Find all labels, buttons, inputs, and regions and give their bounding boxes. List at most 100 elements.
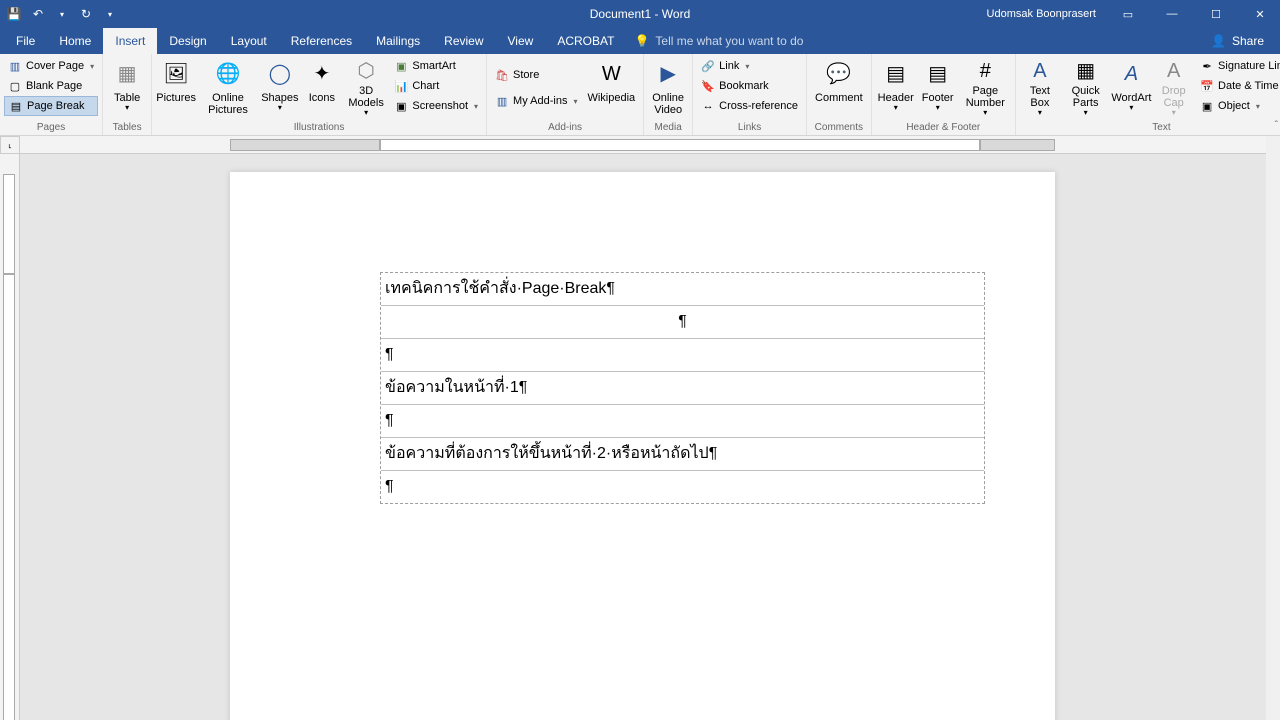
tab-file[interactable]: File (4, 28, 47, 54)
icons-icon: ✦ (306, 58, 338, 90)
minimize-icon[interactable]: — (1152, 0, 1192, 28)
text-line[interactable] (381, 405, 984, 438)
store-button[interactable]: 🛍Store (491, 65, 581, 85)
pictures-label: Pictures (156, 92, 196, 104)
document-title: Document1 - Word (590, 7, 690, 21)
wordart-icon: A (1115, 58, 1147, 90)
tab-home[interactable]: Home (47, 28, 103, 54)
icons-button[interactable]: ✦Icons (302, 56, 342, 120)
smartart-label: SmartArt (412, 60, 455, 72)
close-icon[interactable]: ✕ (1240, 0, 1280, 28)
group-comments: 💬Comment Comments (807, 54, 872, 135)
text-line[interactable]: เทคนิคการใช้คำสั่ง·Page·Break (381, 273, 984, 306)
undo-more-icon[interactable]: ▾ (54, 6, 70, 22)
tab-review[interactable]: Review (432, 28, 495, 54)
tab-selector[interactable]: ˪ (0, 136, 20, 154)
header-button[interactable]: ▤Header▾ (876, 56, 916, 120)
group-addins: 🛍Store ▥My Add-ins WWikipedia Add-ins (487, 54, 644, 135)
page-number-icon: # (969, 58, 1001, 83)
collapse-ribbon-icon[interactable]: ˆ (1275, 120, 1278, 131)
blank-page-icon: ▢ (8, 79, 22, 93)
group-text: AText Box▾ ▦Quick Parts▾ AWordArt▾ ADrop… (1016, 54, 1280, 135)
my-addins-button[interactable]: ▥My Add-ins (491, 91, 581, 111)
tell-me-label: Tell me what you want to do (655, 34, 803, 48)
footer-button[interactable]: ▤Footer▾ (918, 56, 958, 120)
tell-me-search[interactable]: 💡 Tell me what you want to do (634, 28, 803, 54)
vertical-scrollbar[interactable] (1266, 136, 1280, 720)
text-line[interactable]: ข้อความในหน้าที่·1 (381, 372, 984, 405)
pictures-button[interactable]: 🖼 Pictures (156, 56, 196, 120)
datetime-label: Date & Time (1218, 80, 1279, 92)
drop-cap-button[interactable]: ADrop Cap▾ (1153, 56, 1194, 120)
shapes-button[interactable]: ◯Shapes▾ (260, 56, 300, 120)
horizontal-ruler[interactable] (20, 136, 1266, 154)
user-name[interactable]: Udomsak Boonprasert (987, 8, 1096, 20)
cover-page-button[interactable]: ▥Cover Page (4, 56, 98, 76)
bookmark-icon: 🔖 (701, 79, 715, 93)
page-break-label: Page Break (27, 100, 84, 112)
blank-page-button[interactable]: ▢ Blank Page (4, 76, 98, 96)
object-icon: ▣ (1200, 99, 1214, 113)
online-pictures-icon: 🌐 (212, 58, 244, 90)
page-number-label: Page Number (964, 85, 1007, 109)
datetime-button[interactable]: 📅 Date & Time (1196, 76, 1280, 96)
wikipedia-label: Wikipedia (587, 92, 635, 104)
tab-mailings[interactable]: Mailings (364, 28, 432, 54)
share-button[interactable]: 👤 Share (1195, 28, 1280, 54)
wordart-button[interactable]: AWordArt▾ (1111, 56, 1151, 120)
group-media: ▶Online Video Media (644, 54, 693, 135)
quick-parts-button[interactable]: ▦Quick Parts▾ (1062, 56, 1109, 120)
3d-models-label: 3D Models (348, 85, 384, 109)
signature-label: Signature Line (1218, 60, 1280, 72)
text-line[interactable]: ข้อความที่ต้องการให้ขึ้นหน้าที่·2·หรือหน… (381, 438, 984, 471)
link-button[interactable]: 🔗Link (697, 56, 802, 76)
redo-icon[interactable]: ↻ (78, 6, 94, 22)
undo-icon[interactable]: ↶ (30, 6, 46, 22)
table-button[interactable]: ▦Table▾ (107, 56, 147, 120)
tab-view[interactable]: View (496, 28, 546, 54)
maximize-icon[interactable]: ☐ (1196, 0, 1236, 28)
screenshot-icon: ▣ (394, 99, 408, 113)
share-label: Share (1232, 34, 1264, 48)
group-links-label: Links (697, 122, 802, 135)
object-button[interactable]: ▣Object (1196, 96, 1280, 116)
tab-insert[interactable]: Insert (103, 28, 157, 54)
store-icon: 🛍 (495, 68, 509, 82)
page-number-button[interactable]: #Page Number▾ (960, 56, 1011, 120)
online-pictures-button[interactable]: 🌐Online Pictures (198, 56, 258, 120)
online-video-button[interactable]: ▶Online Video (648, 56, 688, 120)
document-page[interactable]: เทคนิคการใช้คำสั่ง·Page·Break ข้อความในห… (230, 172, 1055, 720)
pictures-icon: 🖼 (160, 58, 192, 90)
text-line[interactable] (381, 306, 984, 339)
smartart-button[interactable]: ▣SmartArt (390, 56, 482, 76)
table-icon: ▦ (111, 58, 143, 90)
save-icon[interactable]: 💾 (6, 6, 22, 22)
tab-acrobat[interactable]: ACROBAT (545, 28, 626, 54)
chart-button[interactable]: 📊Chart (390, 76, 482, 96)
datetime-icon: 📅 (1200, 79, 1214, 93)
text-line[interactable] (381, 471, 984, 503)
cross-ref-button[interactable]: ↔Cross-reference (697, 96, 802, 116)
page-break-button[interactable]: ▤Page Break (4, 96, 98, 116)
comment-button[interactable]: 💬Comment (811, 56, 867, 120)
3d-models-button[interactable]: ⬡3D Models▾ (344, 56, 388, 120)
blank-page-label: Blank Page (26, 80, 82, 92)
tab-layout[interactable]: Layout (219, 28, 279, 54)
ribbon-options-icon[interactable]: ▭ (1108, 0, 1148, 28)
shapes-icon: ◯ (264, 58, 296, 90)
dropcap-label: Drop Cap (1157, 85, 1190, 109)
ribbon: ▥Cover Page ▢ Blank Page ▤Page Break Page… (0, 54, 1280, 136)
text-box-button[interactable]: AText Box▾ (1020, 56, 1060, 120)
wikipedia-button[interactable]: WWikipedia (583, 56, 639, 120)
tab-design[interactable]: Design (157, 28, 218, 54)
screenshot-label: Screenshot (412, 100, 468, 112)
screenshot-button[interactable]: ▣ Screenshot (390, 96, 482, 116)
text-line[interactable] (381, 339, 984, 372)
qat-customize-icon[interactable]: ▾ (102, 6, 118, 22)
addins-icon: ▥ (495, 94, 509, 108)
bookmark-button[interactable]: 🔖Bookmark (697, 76, 802, 96)
signature-button[interactable]: ✒Signature Line (1196, 56, 1280, 76)
tab-references[interactable]: References (279, 28, 364, 54)
text-content[interactable]: เทคนิคการใช้คำสั่ง·Page·Break ข้อความในห… (380, 272, 985, 504)
vertical-ruler[interactable] (0, 154, 20, 720)
